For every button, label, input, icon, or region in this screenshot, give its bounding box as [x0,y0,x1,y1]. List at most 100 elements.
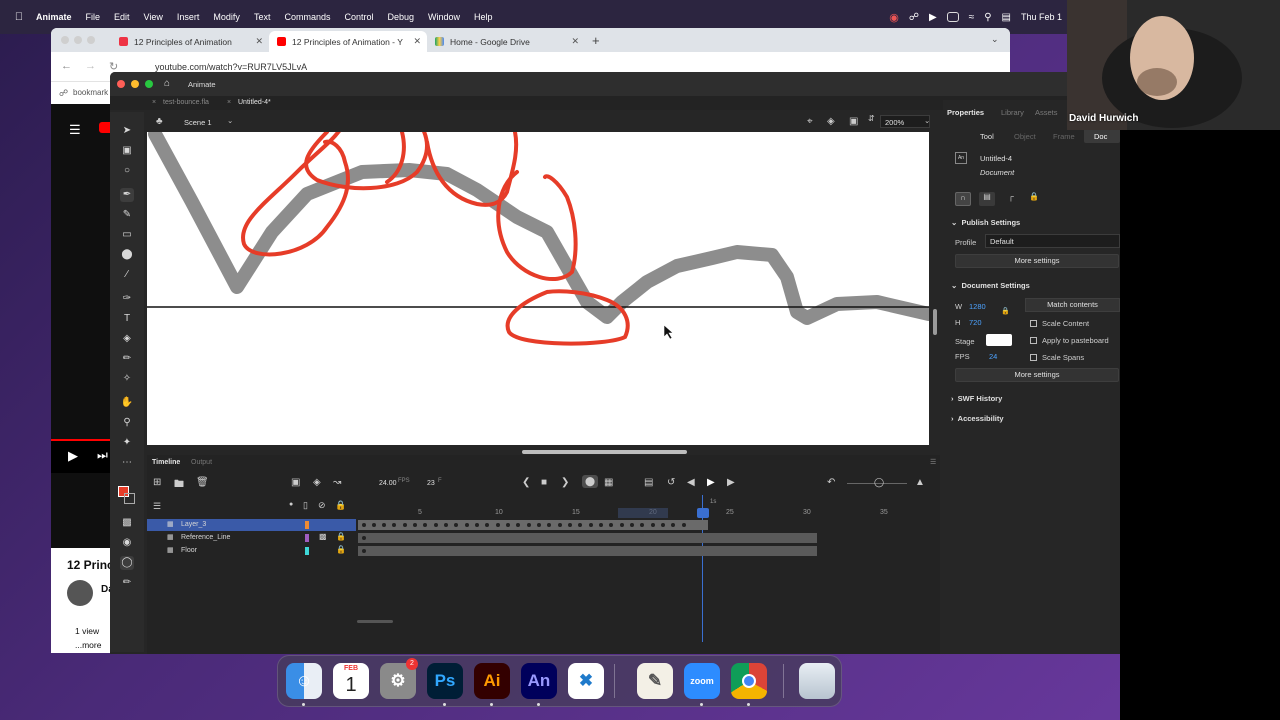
close-tab-icon[interactable]: ✕ [255,36,263,47]
finder-icon[interactable]: ☺ [286,663,322,699]
paint-brush-tool-icon[interactable]: ✎ [120,208,134,222]
snap-pixel-icon[interactable]: ▤ [979,192,995,206]
profile-select[interactable]: Default [985,234,1120,248]
minimize-window-icon[interactable] [131,80,139,88]
tab-library[interactable]: Library [1001,108,1024,117]
more-tools-icon[interactable]: ⋯ [120,456,134,470]
control-center-icon[interactable]: ▤ [1002,12,1011,23]
keyframe[interactable] [362,549,366,553]
layer-frames[interactable] [358,533,817,543]
menu-window[interactable]: Window [428,12,460,22]
keyframe[interactable] [362,536,366,540]
snap-icon[interactable]: ∩ [955,192,971,206]
zoom-app-icon[interactable]: zoom [684,663,720,699]
trash-icon[interactable] [799,663,835,699]
back-icon[interactable]: ← [61,60,72,72]
pin-tool-icon[interactable]: ✧ [120,372,134,386]
eraser-tool-icon[interactable]: ▭ [120,228,134,242]
zoom-select[interactable]: 200% [880,115,930,128]
photoshop-icon[interactable]: Ps [427,663,463,699]
fps-value[interactable]: 24.00 [379,480,397,487]
animate-icon[interactable]: An [521,663,557,699]
playhead-handle[interactable] [697,508,709,518]
layer-color[interactable] [305,534,309,542]
close-window-icon[interactable] [117,80,125,88]
apple-icon[interactable]:  [12,11,26,23]
more-settings-button[interactable]: More settings [955,368,1119,382]
new-folder-icon[interactable]: 🖿 [174,477,184,494]
step-back-icon[interactable]: ◀ [687,477,695,488]
close-tab-icon[interactable]: ✕ [413,36,421,47]
lasso-tool-icon[interactable]: ○ [120,164,134,178]
tab-timeline[interactable]: Timeline [152,459,180,466]
browser-tab[interactable]: 12 Principles of Animation ✕ [111,31,269,52]
close-doc-icon[interactable]: × [152,99,156,106]
close-window-icon[interactable] [61,36,69,44]
center-stage-icon[interactable]: ⌖ [807,116,813,127]
tab-assets[interactable]: Assets [1035,108,1058,117]
lock-icon[interactable]: 🔒 [336,545,346,554]
publish-section-header[interactable]: ⌄ Publish Settings [951,218,1120,227]
fill-color-swatch[interactable] [124,493,135,504]
highlight-icon[interactable]: ● [289,501,293,508]
step-forward-icon[interactable]: ▶ [727,477,735,488]
subtab-object[interactable]: Object [1014,132,1036,141]
eyedropper-tool-icon[interactable]: ✏ [120,352,134,366]
oval-tool-icon[interactable]: ⬤ [120,248,134,262]
menu-edit[interactable]: Edit [114,12,130,22]
brush-mode-icon[interactable]: ◯ [120,556,134,570]
clip-stage-icon[interactable]: ◈ [827,116,835,127]
layer-name[interactable]: Reference_Line [181,534,230,541]
zoom-tool-icon[interactable]: ⚲ [120,416,134,430]
play-circle-icon[interactable]: ▶ [929,12,937,23]
menu-insert[interactable]: Insert [177,12,200,22]
graph-icon[interactable]: ↝ [333,477,341,488]
pressure-icon[interactable]: ✏ [120,576,134,590]
timeline-scrollbar[interactable] [357,620,393,623]
selection-tool-icon[interactable]: ➤ [120,124,134,138]
vscode-icon[interactable]: ✖ [568,663,604,699]
menu-text[interactable]: Text [254,12,271,22]
wifi-icon[interactable]: ≈ [969,12,975,23]
subtab-tool[interactable]: Tool [980,132,994,141]
layer-row-active[interactable]: ▦ Layer_3 [147,519,356,531]
brush-tool-icon[interactable]: ✒ [120,188,134,202]
free-transform-tool-icon[interactable]: ▣ [120,144,134,158]
next-keyframe-icon[interactable]: ❯ [561,477,569,488]
menu-commands[interactable]: Commands [284,12,330,22]
rotate-stage-icon[interactable]: ⇵ [868,114,875,123]
layer-name[interactable]: Layer_3 [181,521,206,528]
layer-color[interactable] [305,521,309,529]
onion-skin-icon[interactable]: ⬤ [582,475,598,488]
document-settings-header[interactable]: ⌄ Document Settings [951,281,1120,290]
zoom-window-icon[interactable] [87,36,95,44]
layer-frames[interactable] [358,546,817,556]
undo-icon[interactable]: ↶ [827,477,835,488]
stage-drawing[interactable] [147,132,929,445]
fit-icon[interactable]: ▲ [915,477,925,488]
panel-menu-icon[interactable]: ☰ [930,458,936,466]
previous-keyframe-icon[interactable]: ❮ [522,477,530,488]
stage-size-icon[interactable]: ▣ [849,116,858,127]
search-icon[interactable]: ⚲ [984,12,991,23]
menu-modify[interactable]: Modify [213,12,240,22]
fps-input[interactable]: 24 [989,352,997,361]
layer-row[interactable]: ▦ Floor 🔒 [147,545,356,557]
chevron-down-icon[interactable]: ⌄ [924,116,930,125]
stage-canvas[interactable] [147,132,929,445]
doc-tab-active[interactable]: Untitled-4* [238,99,271,106]
scale-spans-checkbox[interactable] [1030,354,1037,361]
lock-icon[interactable]: 🔒 [335,500,346,511]
menu-debug[interactable]: Debug [387,12,414,22]
more-link[interactable]: ...more [75,640,101,650]
subtab-doc-bg[interactable]: Doc [1084,128,1120,143]
close-doc-icon[interactable]: × [227,99,231,106]
browser-tab-active[interactable]: 12 Principles of Animation - Y ✕ [269,31,427,52]
subtab-frame[interactable]: Frame [1053,132,1075,141]
lock-icon[interactable]: 🔒 [336,532,346,541]
bookmark-item[interactable]: bookmark [73,88,108,97]
avatar[interactable] [67,580,93,606]
menu-view[interactable]: View [144,12,163,22]
create-tween-icon[interactable]: ▤ [644,477,653,488]
outline-icon[interactable]: ▯ [303,500,308,511]
